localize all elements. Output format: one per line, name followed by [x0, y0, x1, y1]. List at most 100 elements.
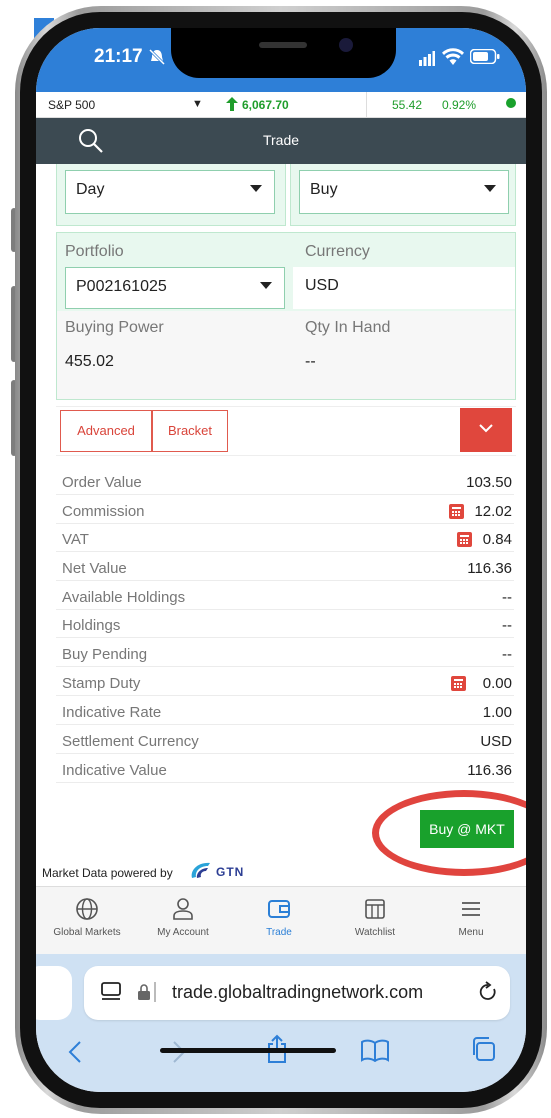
tabs-icon[interactable]: [470, 1036, 496, 1067]
nav-my-account[interactable]: My Account: [138, 893, 228, 938]
summary-value: 12.02: [474, 503, 512, 520]
page-title: Trade: [262, 132, 300, 148]
summary-label: Available Holdings: [62, 589, 186, 606]
browser-toolbar: trade.globaltradingnetwork.com: [36, 954, 526, 1092]
buying-power-label: Buying Power: [65, 319, 164, 336]
bookmarks-icon[interactable]: [360, 1038, 390, 1067]
summary-label: Indicative Rate: [62, 704, 162, 721]
previous-tab-preview[interactable]: [36, 966, 72, 1020]
reload-icon[interactable]: [478, 981, 498, 1008]
calculator-icon[interactable]: [451, 676, 466, 691]
side-select[interactable]: Buy: [299, 170, 509, 214]
ticker-dropdown-icon[interactable]: ▼: [192, 98, 203, 110]
globe-icon: [76, 898, 98, 920]
arrow-up-icon: [226, 97, 238, 114]
chevron-down-icon: [484, 185, 496, 192]
summary-label: VAT: [62, 531, 89, 548]
ticker-change: 55.42: [392, 98, 423, 112]
url-text: trade.globaltradingnetwork.com: [172, 982, 424, 1002]
status-time: 21:17: [94, 46, 143, 67]
wallet-icon: [268, 900, 290, 918]
home-indicator[interactable]: [160, 1048, 336, 1053]
nav-label: Global Markets: [53, 927, 121, 938]
calculator-icon[interactable]: [457, 532, 472, 547]
gtn-logo-icon: [188, 860, 214, 887]
summary-label: Net Value: [62, 560, 127, 577]
tab-bracket[interactable]: Bracket: [152, 410, 228, 452]
address-bar[interactable]: trade.globaltradingnetwork.com: [84, 966, 510, 1020]
battery-icon: [469, 48, 500, 69]
nav-label: Trade: [266, 927, 292, 938]
currency-field: USD: [293, 267, 515, 309]
qty-in-hand-value: --: [305, 353, 316, 370]
expand-toggle-button[interactable]: [460, 408, 512, 452]
portfolio-value: P002161025: [76, 278, 167, 295]
summary-row: Settlement Currency USD: [56, 730, 514, 754]
back-icon[interactable]: [68, 1040, 82, 1069]
summary-value: 0.00: [482, 675, 512, 692]
currency-label: Currency: [305, 243, 370, 260]
summary-row: Commission 12.02: [56, 500, 514, 524]
ticker-name: S&P 500: [48, 98, 96, 112]
summary-label: Settlement Currency: [62, 733, 199, 750]
summary-row: Indicative Rate 1.00: [56, 701, 514, 725]
tab-advanced[interactable]: Advanced: [60, 410, 152, 452]
summary-row: Buy Pending --: [56, 643, 514, 667]
nav-menu[interactable]: Menu: [426, 893, 516, 938]
chevron-down-icon: [260, 282, 272, 289]
hamburger-menu-icon: [462, 902, 480, 916]
summary-row: Stamp Duty 0.00: [56, 672, 514, 696]
account-panel: Portfolio Currency P002161025 USD Buying…: [56, 232, 516, 400]
forward-icon[interactable]: [172, 1040, 186, 1069]
wifi-icon: [442, 48, 464, 71]
gtn-logo-text: GTN: [216, 865, 245, 879]
summary-value: 0.84: [482, 531, 512, 548]
summary-row: Holdings --: [56, 614, 514, 638]
notch: [171, 28, 396, 78]
nav-label: Watchlist: [354, 927, 396, 938]
summary-value: 116.36: [467, 762, 512, 779]
validity-select[interactable]: Day: [65, 170, 275, 214]
summary-label: Indicative Value: [62, 762, 167, 779]
nav-label: My Account: [157, 927, 209, 938]
status-bar: 21:17: [36, 28, 526, 92]
nav-label: Menu: [458, 927, 484, 938]
summary-value: --: [502, 589, 512, 606]
calculator-icon[interactable]: [449, 504, 464, 519]
chevron-down-icon: [479, 424, 493, 433]
ticker-value: 6,067.70: [242, 98, 289, 112]
validity-panel: Day: [56, 164, 286, 226]
summary-value: --: [502, 617, 512, 634]
summary-label: Stamp Duty: [62, 675, 141, 692]
nav-watchlist[interactable]: Watchlist: [330, 893, 420, 938]
index-ticker[interactable]: S&P 500 ▼ 6,067.70 55.42 0.92%: [36, 92, 526, 118]
summary-value: 103.50: [466, 474, 512, 491]
summary-row: Indicative Value 116.36: [56, 759, 514, 783]
summary-value: 1.00: [482, 704, 512, 721]
currency-value: USD: [305, 277, 339, 294]
portfolio-select[interactable]: P002161025: [65, 267, 285, 309]
silent-mode-icon: [148, 48, 166, 71]
summary-value: USD: [480, 733, 512, 750]
summary-row: VAT 0.84: [56, 528, 514, 552]
highlight-circle: [372, 790, 526, 876]
powered-by-text: Market Data powered by: [42, 866, 173, 880]
side-panel: Buy: [290, 164, 516, 226]
lock-icon: [138, 984, 150, 1005]
signal-icon: [419, 50, 435, 71]
ticker-percent: 0.92%: [442, 98, 477, 112]
summary-row: Available Holdings --: [56, 586, 514, 610]
summary-value: --: [502, 646, 512, 663]
user-icon: [173, 898, 193, 920]
nav-global-markets[interactable]: Global Markets: [42, 893, 132, 938]
bottom-nav: Global Markets My Account Trade Watchlis…: [36, 886, 526, 954]
nav-trade[interactable]: Trade: [234, 893, 324, 938]
phone-screen: 21:17 S&P 500 ▼ 6,067.70 55.42 0.92% Tra…: [36, 28, 526, 1092]
summary-row: Order Value 103.50: [56, 471, 514, 495]
app-header: Trade: [36, 118, 526, 164]
qty-in-hand-label: Qty In Hand: [305, 319, 391, 336]
summary-label: Holdings: [62, 617, 121, 634]
page-format-icon[interactable]: [100, 982, 122, 1007]
validity-value: Day: [76, 181, 105, 198]
power-section: Buying Power Qty In Hand 455.02 --: [57, 311, 515, 399]
